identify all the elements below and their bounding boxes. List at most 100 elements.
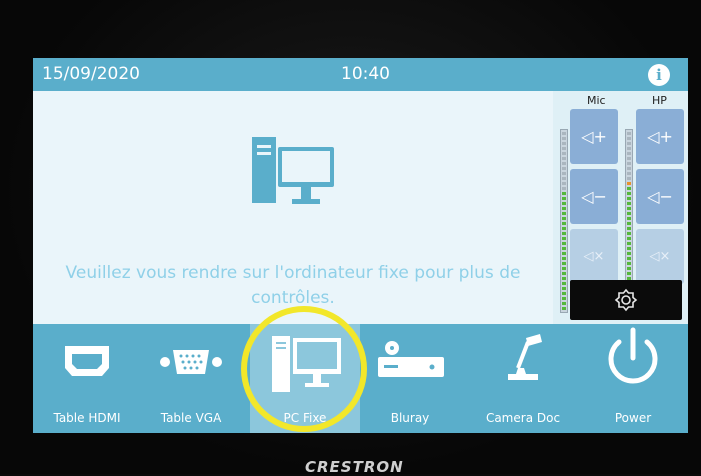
source-label: Camera Doc: [485, 411, 561, 425]
hp-label: HP: [652, 94, 667, 107]
mic-volume-up-button[interactable]: ◁+: [570, 109, 618, 164]
main-content: Veuillez vous rendre sur l'ordinateur fi…: [33, 91, 553, 324]
meter-segment: [627, 272, 631, 275]
mic-volume-down-button[interactable]: ◁−: [570, 169, 618, 224]
meter-segment: [562, 157, 566, 160]
meter-segment: [562, 297, 566, 300]
source-table-hdmi-button[interactable]: Table HDMI: [33, 324, 141, 433]
power-button[interactable]: Power: [583, 324, 683, 433]
meter-segment: [562, 222, 566, 225]
meter-segment: [562, 202, 566, 205]
meter-segment: [627, 257, 631, 260]
meter-segment: [627, 142, 631, 145]
date-display: 15/09/2020: [42, 64, 140, 84]
gear-icon: [614, 288, 638, 312]
info-icon[interactable]: i: [648, 64, 670, 86]
meter-segment: [562, 242, 566, 245]
mic-level-meter: [560, 129, 568, 313]
meter-segment: [627, 137, 631, 140]
meter-segment: [627, 197, 631, 200]
meter-segment: [562, 177, 566, 180]
bluray-player-icon: [378, 341, 444, 377]
meter-segment: [562, 257, 566, 260]
meter-segment: [627, 152, 631, 155]
meter-segment: [627, 247, 631, 250]
document-camera-icon: [508, 334, 542, 380]
meter-segment: [562, 217, 566, 220]
meter-segment: [562, 152, 566, 155]
meter-segment: [627, 182, 631, 185]
source-label: Bluray: [390, 411, 430, 425]
meter-segment: [562, 147, 566, 150]
meter-segment: [627, 167, 631, 170]
meter-segment: [627, 207, 631, 210]
meter-segment: [562, 252, 566, 255]
hp-volume-down-button[interactable]: ◁−: [636, 169, 684, 224]
meter-segment: [562, 142, 566, 145]
meter-segment: [562, 292, 566, 295]
meter-segment: [627, 157, 631, 160]
meter-segment: [627, 227, 631, 230]
meter-segment: [562, 182, 566, 185]
desktop-computer-icon: [252, 137, 334, 204]
mic-label: Mic: [587, 94, 606, 107]
source-table-vga-button[interactable]: Table VGA: [141, 324, 241, 433]
meter-segment: [627, 147, 631, 150]
hp-mute-button[interactable]: ◁×: [636, 229, 684, 284]
meter-segment: [627, 162, 631, 165]
meter-segment: [562, 262, 566, 265]
selection-highlight-circle: [241, 306, 367, 432]
meter-segment: [562, 132, 566, 135]
top-bar: 15/09/2020 10:40 i: [33, 58, 688, 91]
meter-segment: [562, 247, 566, 250]
meter-segment: [562, 172, 566, 175]
source-bluray-button[interactable]: Bluray: [360, 324, 460, 433]
meter-segment: [627, 217, 631, 220]
meter-segment: [562, 227, 566, 230]
meter-segment: [627, 177, 631, 180]
meter-segment: [562, 267, 566, 270]
meter-segment: [627, 187, 631, 190]
meter-segment: [627, 262, 631, 265]
meter-segment: [562, 192, 566, 195]
meter-segment: [562, 232, 566, 235]
meter-segment: [562, 277, 566, 280]
meter-segment: [562, 237, 566, 240]
source-label: Power: [614, 411, 652, 425]
hp-volume-up-button[interactable]: ◁+: [636, 109, 684, 164]
time-display: 10:40: [341, 64, 390, 84]
meter-segment: [562, 307, 566, 310]
mic-mute-button[interactable]: ◁×: [570, 229, 618, 284]
meter-segment: [562, 302, 566, 305]
meter-segment: [627, 222, 631, 225]
meter-segment: [627, 202, 631, 205]
meter-segment: [627, 232, 631, 235]
meter-segment: [627, 172, 631, 175]
meter-segment: [562, 137, 566, 140]
source-camera-doc-button[interactable]: Camera Doc: [468, 324, 578, 433]
settings-button[interactable]: [570, 280, 682, 320]
meter-segment: [562, 162, 566, 165]
meter-segment: [562, 212, 566, 215]
info-message-line1: Veuillez vous rendre sur l'ordinateur fi…: [65, 263, 521, 283]
source-label: Table HDMI: [53, 411, 121, 425]
meter-segment: [562, 272, 566, 275]
meter-segment: [627, 267, 631, 270]
meter-segment: [562, 282, 566, 285]
vga-icon: [160, 350, 222, 374]
meter-segment: [562, 287, 566, 290]
meter-segment: [562, 167, 566, 170]
meter-segment: [627, 242, 631, 245]
hdmi-icon: [65, 346, 109, 376]
meter-segment: [627, 237, 631, 240]
meter-segment: [627, 252, 631, 255]
power-icon: [608, 327, 658, 384]
meter-segment: [627, 132, 631, 135]
meter-segment: [562, 207, 566, 210]
meter-segment: [562, 197, 566, 200]
meter-segment: [627, 192, 631, 195]
meter-segment: [562, 187, 566, 190]
source-label: Table VGA: [160, 411, 222, 425]
info-message: Veuillez vous rendre sur l'ordinateur fi…: [33, 261, 553, 311]
brand-logo: CRESTRON: [305, 458, 404, 476]
